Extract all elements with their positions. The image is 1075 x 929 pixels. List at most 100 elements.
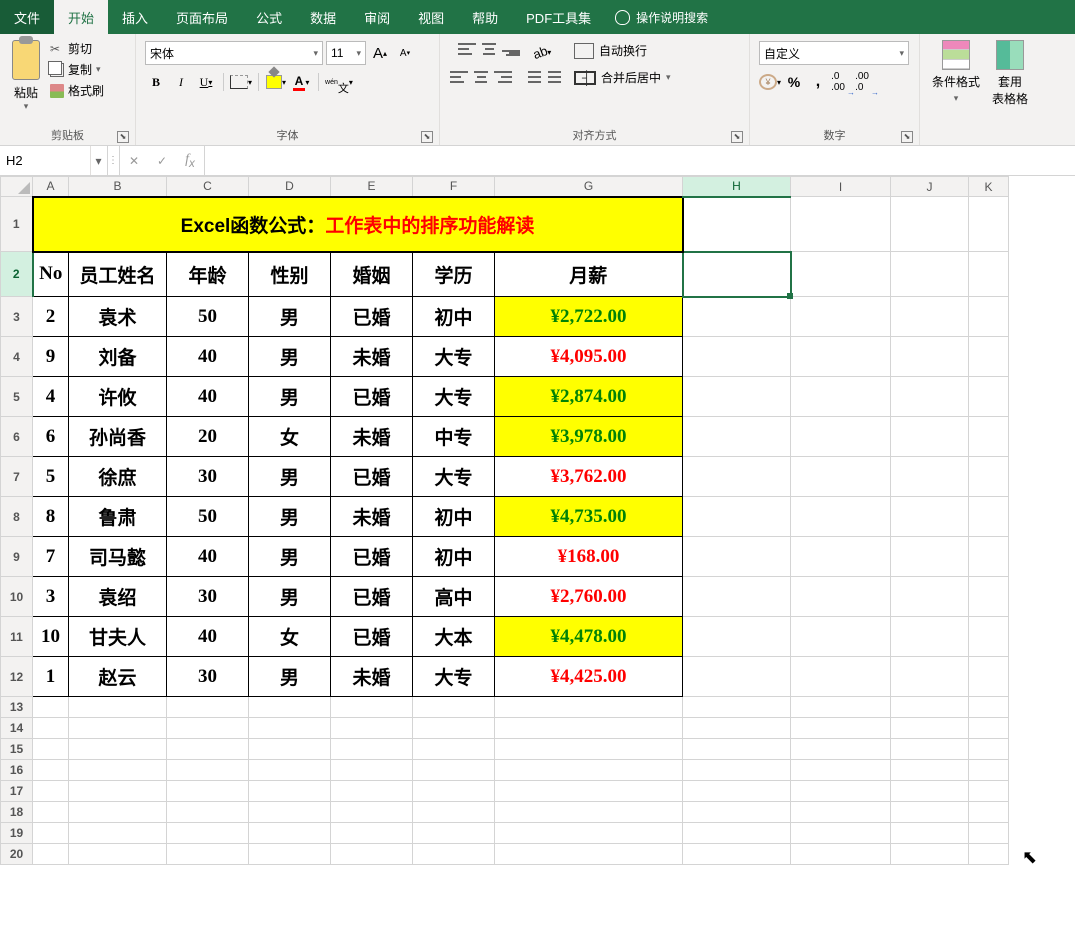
accounting-button[interactable]: ¥▾ (759, 71, 781, 93)
cell-I17[interactable] (791, 781, 891, 802)
cell-D20[interactable] (249, 844, 331, 865)
align-left-button[interactable] (449, 69, 469, 85)
cell-H15[interactable] (683, 739, 791, 760)
cell-H6[interactable] (683, 417, 791, 457)
cell-K16[interactable] (969, 760, 1009, 781)
font-name-combo[interactable]: 宋体▾ (145, 41, 323, 65)
row-header-10[interactable]: 10 (1, 577, 33, 617)
cell-K6[interactable] (969, 417, 1009, 457)
cell-K19[interactable] (969, 823, 1009, 844)
cell-E17[interactable] (331, 781, 413, 802)
cell-F5[interactable]: 大专 (413, 377, 495, 417)
cell-B3[interactable]: 袁术 (69, 297, 167, 337)
decrease-decimal-button[interactable]: .00.0 (855, 71, 877, 93)
header-0[interactable]: No (33, 252, 69, 297)
cell-F8[interactable]: 初中 (413, 497, 495, 537)
row-header-19[interactable]: 19 (1, 823, 33, 844)
cell-J9[interactable] (891, 537, 969, 577)
col-header-K[interactable]: K (969, 177, 1009, 197)
cell-I2[interactable] (791, 252, 891, 297)
cell-J8[interactable] (891, 497, 969, 537)
cell-E6[interactable]: 未婚 (331, 417, 413, 457)
cell-A5[interactable]: 4 (33, 377, 69, 417)
cell-E14[interactable] (331, 718, 413, 739)
cell-K11[interactable] (969, 617, 1009, 657)
cell-G7[interactable]: ¥3,762.00 (495, 457, 683, 497)
tab-帮助[interactable]: 帮助 (458, 0, 512, 34)
cell-F18[interactable] (413, 802, 495, 823)
cell-E3[interactable]: 已婚 (331, 297, 413, 337)
cell-C18[interactable] (167, 802, 249, 823)
cell-F3[interactable]: 初中 (413, 297, 495, 337)
cell-E11[interactable]: 已婚 (331, 617, 413, 657)
cell-D16[interactable] (249, 760, 331, 781)
col-header-A[interactable]: A (33, 177, 69, 197)
cell-A20[interactable] (33, 844, 69, 865)
cell-J11[interactable] (891, 617, 969, 657)
cell-F12[interactable]: 大专 (413, 657, 495, 697)
cell-B6[interactable]: 孙尚香 (69, 417, 167, 457)
cell-G18[interactable] (495, 802, 683, 823)
cell-D10[interactable]: 男 (249, 577, 331, 617)
cell-E4[interactable]: 未婚 (331, 337, 413, 377)
align-top-button[interactable] (457, 41, 477, 57)
cell-B11[interactable]: 甘夫人 (69, 617, 167, 657)
cell-K7[interactable] (969, 457, 1009, 497)
orientation-button[interactable]: ab▾ (531, 41, 553, 63)
cell-J1[interactable] (891, 197, 969, 252)
cell-H3[interactable] (683, 297, 791, 337)
cell-I11[interactable] (791, 617, 891, 657)
merge-center-button[interactable]: 合并后居中▾ (574, 69, 671, 86)
cell-B7[interactable]: 徐庶 (69, 457, 167, 497)
cell-K4[interactable] (969, 337, 1009, 377)
cell-I9[interactable] (791, 537, 891, 577)
cell-G4[interactable]: ¥4,095.00 (495, 337, 683, 377)
cell-H2[interactable] (683, 252, 791, 297)
row-header-16[interactable]: 16 (1, 760, 33, 781)
header-3[interactable]: 性别 (249, 252, 331, 297)
col-header-D[interactable]: D (249, 177, 331, 197)
bold-button[interactable]: B (145, 71, 167, 93)
row-header-20[interactable]: 20 (1, 844, 33, 865)
cell-H14[interactable] (683, 718, 791, 739)
cell-C16[interactable] (167, 760, 249, 781)
title-cell[interactable]: Excel函数公式：工作表中的排序功能解读 (33, 197, 683, 252)
cell-B14[interactable] (69, 718, 167, 739)
cell-J2[interactable] (891, 252, 969, 297)
cell-D4[interactable]: 男 (249, 337, 331, 377)
cell-C4[interactable]: 40 (167, 337, 249, 377)
number-format-combo[interactable]: 自定义▾ (759, 41, 909, 65)
cell-J15[interactable] (891, 739, 969, 760)
cell-K2[interactable] (969, 252, 1009, 297)
name-box-dropdown[interactable]: ▾ (90, 146, 106, 175)
tab-插入[interactable]: 插入 (108, 0, 162, 34)
cell-D13[interactable] (249, 697, 331, 718)
cell-K12[interactable] (969, 657, 1009, 697)
cell-F16[interactable] (413, 760, 495, 781)
cell-D17[interactable] (249, 781, 331, 802)
cell-C15[interactable] (167, 739, 249, 760)
cell-F14[interactable] (413, 718, 495, 739)
cell-D8[interactable]: 男 (249, 497, 331, 537)
cell-B4[interactable]: 刘备 (69, 337, 167, 377)
cell-H13[interactable] (683, 697, 791, 718)
row-header-12[interactable]: 12 (1, 657, 33, 697)
cell-K5[interactable] (969, 377, 1009, 417)
increase-decimal-button[interactable]: .0.00 (831, 71, 853, 93)
cell-J14[interactable] (891, 718, 969, 739)
cell-I10[interactable] (791, 577, 891, 617)
cell-J12[interactable] (891, 657, 969, 697)
col-header-E[interactable]: E (331, 177, 413, 197)
cell-E7[interactable]: 已婚 (331, 457, 413, 497)
cell-G9[interactable]: ¥168.00 (495, 537, 683, 577)
cell-B8[interactable]: 鲁肃 (69, 497, 167, 537)
cell-A18[interactable] (33, 802, 69, 823)
cell-H4[interactable] (683, 337, 791, 377)
cell-E20[interactable] (331, 844, 413, 865)
cell-H11[interactable] (683, 617, 791, 657)
col-header-I[interactable]: I (791, 177, 891, 197)
cell-H12[interactable] (683, 657, 791, 697)
cell-A7[interactable]: 5 (33, 457, 69, 497)
spreadsheet-grid[interactable]: ABCDEFGHIJK1Excel函数公式：工作表中的排序功能解读2No员工姓名… (0, 176, 1075, 929)
cell-B12[interactable]: 赵云 (69, 657, 167, 697)
